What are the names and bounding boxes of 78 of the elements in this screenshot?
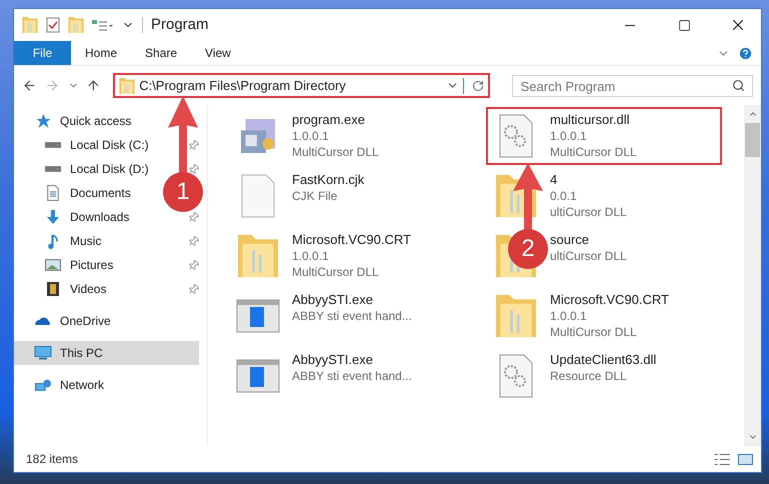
star-icon	[36, 114, 50, 128]
file-detail: CJK File	[292, 188, 338, 204]
sidebar-item[interactable]: Documents	[44, 181, 135, 205]
file-detail: ultiCursor DLL	[550, 248, 627, 264]
search-icon[interactable]	[732, 78, 746, 92]
refresh-icon[interactable]	[472, 80, 484, 92]
file-detail: Resource DLL	[550, 368, 628, 384]
ribbon-tab[interactable]: Share	[131, 41, 192, 65]
file-name[interactable]: AbbyySTI.exe	[292, 292, 412, 308]
drive-icon	[45, 166, 61, 172]
sidebar-item[interactable]: Downloads	[44, 205, 134, 229]
scrollbar[interactable]	[744, 105, 761, 446]
folder-icon	[68, 17, 84, 33]
sidebar-item[interactable]: Local Disk (D:)	[44, 157, 153, 181]
file-detail: 1.0.0.1	[550, 308, 588, 324]
properties-icon[interactable]	[92, 19, 114, 31]
down-arrow-icon	[46, 209, 60, 225]
folder-icon	[238, 232, 278, 280]
music-note-icon	[48, 234, 58, 248]
cloud-icon	[35, 317, 51, 325]
gear-file-icon	[499, 114, 533, 158]
checkbox-icon[interactable]	[46, 17, 60, 33]
file-name[interactable]: FastKorn.cjk	[292, 172, 364, 188]
folder-icon	[22, 17, 38, 33]
drive-icon	[45, 142, 61, 148]
file-detail: 1.0.0.1	[292, 128, 330, 144]
file-detail: ABBY sti event hand...	[292, 308, 412, 324]
sidebar-item[interactable]: Pictures	[44, 253, 118, 277]
picture-icon	[45, 259, 61, 271]
file-name[interactable]: Microsoft.VC90.CRT	[292, 232, 411, 248]
thumbnail-view-icon[interactable]	[738, 454, 753, 464]
file-name[interactable]: Microsoft.VC90.CRT	[550, 292, 669, 308]
sidebar-item[interactable]: Videos	[44, 277, 110, 301]
file-detail: MultiCursor DLL	[292, 144, 379, 160]
film-icon	[47, 281, 59, 297]
sidebar-item[interactable]: Quick access	[34, 109, 136, 133]
ribbon-tab[interactable]: Home	[71, 41, 132, 65]
sidebar-item[interactable]: This PC	[34, 341, 107, 365]
gear-file-icon	[499, 354, 533, 398]
file-name[interactable]: program.exe	[292, 112, 379, 128]
item-count: 182 items	[26, 451, 78, 468]
details-view-icon[interactable]	[714, 454, 730, 464]
file-name[interactable]: multicursor.dll	[550, 112, 637, 128]
file-name[interactable]: AbbyySTI.exe	[292, 352, 412, 368]
maximize-icon	[678, 18, 690, 32]
file-tab[interactable]: File	[14, 41, 71, 65]
app-window-icon	[236, 299, 280, 333]
file-detail: ultiCursor DLL	[550, 204, 627, 220]
file-detail: MultiCursor DLL	[550, 324, 638, 340]
document-icon	[47, 185, 59, 201]
minimize-icon	[625, 24, 635, 26]
sidebar-item[interactable]: Network	[34, 373, 108, 397]
ribbon-tab[interactable]: View	[191, 41, 245, 65]
scrollbar-thumb[interactable]	[745, 123, 760, 157]
network-icon	[35, 379, 51, 391]
file-icon	[241, 174, 275, 218]
file-name[interactable]: UpdateClient63.dll	[550, 352, 656, 368]
file-detail: 1.0.0.1	[550, 128, 588, 144]
search-field[interactable]: Search Program	[512, 75, 754, 97]
window-title: Program	[151, 14, 209, 35]
help-icon[interactable]	[738, 46, 753, 60]
sidebar-item[interactable]: OneDrive	[34, 309, 115, 333]
file-detail: ABBY sti event hand...	[292, 368, 412, 384]
folder-icon	[119, 78, 136, 94]
program-icon	[240, 119, 276, 153]
file-name[interactable]: 4	[550, 172, 627, 188]
file-detail: MultiCursor DLL	[550, 144, 637, 160]
sidebar-item[interactable]: Music	[44, 229, 106, 253]
address-field[interactable]: C:\Program Files\Program Directory	[113, 73, 490, 98]
file-name[interactable]: source	[550, 232, 627, 248]
folder-icon	[496, 292, 536, 340]
file-detail: MultiCursor DLL	[292, 264, 380, 280]
monitor-icon	[34, 346, 52, 360]
app-window-icon	[236, 359, 280, 393]
sidebar-item[interactable]: Local Disk (C:)	[44, 133, 153, 157]
back-icon[interactable]	[22, 78, 37, 93]
file-detail: 0.0.1	[550, 188, 578, 204]
file-detail: 1.0.0.1	[292, 248, 330, 264]
